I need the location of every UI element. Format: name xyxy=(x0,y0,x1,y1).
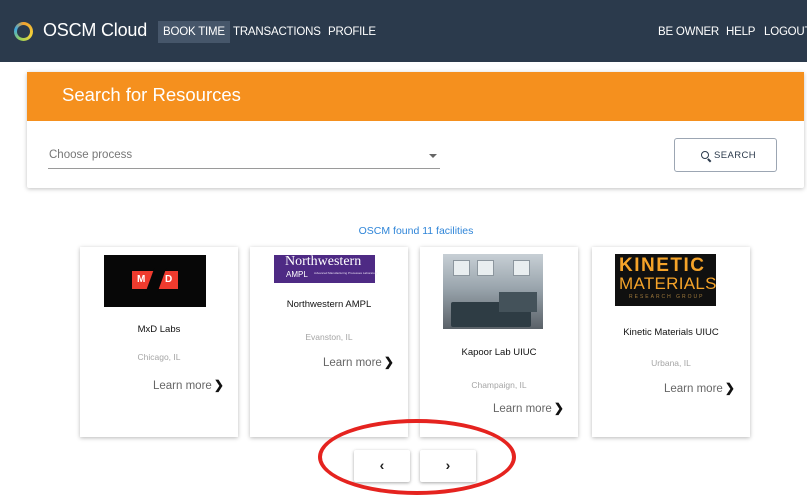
facility-location: Evanston, IL xyxy=(305,332,353,342)
facility-card-northwestern[interactable]: Northwestern AMPL Advanced Manufacturing… xyxy=(250,247,408,437)
search-icon xyxy=(701,151,709,159)
nav-book-time[interactable]: BOOK TIME xyxy=(158,21,230,43)
brand-title[interactable]: OSCM Cloud xyxy=(43,20,147,41)
process-select[interactable]: Choose process xyxy=(48,145,440,169)
results-summary: OSCM found 11 facilities xyxy=(358,225,474,237)
top-navbar: OSCM Cloud BOOK TIME TRANSACTIONS PROFIL… xyxy=(0,0,807,62)
northwestern-logo: Northwestern AMPL Advanced Manufacturing… xyxy=(274,254,377,283)
learn-more-link[interactable]: Learn more ❯ xyxy=(493,401,564,415)
learn-more-link[interactable]: Learn more ❯ xyxy=(153,378,224,392)
chevron-right-icon: ❯ xyxy=(553,401,564,415)
search-card-header: Search for Resources xyxy=(27,72,804,121)
facility-location: Urbana, IL xyxy=(651,358,691,368)
annotation-circle xyxy=(318,419,516,495)
nav-transactions[interactable]: TRANSACTIONS xyxy=(233,26,321,38)
search-card-title: Search for Resources xyxy=(62,84,241,105)
facility-name: MxD Labs xyxy=(137,324,181,335)
chevron-right-icon: ❯ xyxy=(724,381,735,395)
caret-down-icon xyxy=(429,154,437,158)
kinetic-materials-logo: KINETIC MATERIALS RESEARCH GROUP xyxy=(615,254,716,306)
facility-card-mxd[interactable]: M D MxD Labs Chicago, IL Learn more ❯ xyxy=(80,247,238,437)
facility-location: Chicago, IL xyxy=(137,352,181,362)
learn-more-link[interactable]: Learn more ❯ xyxy=(664,381,735,395)
facility-card-kinetic[interactable]: KINETIC MATERIALS RESEARCH GROUP Kinetic… xyxy=(592,247,750,437)
nav-be-owner[interactable]: BE OWNER xyxy=(658,26,719,38)
search-button-label: SEARCH xyxy=(714,150,756,161)
chevron-right-icon: ❯ xyxy=(383,355,394,369)
nav-help[interactable]: HELP xyxy=(726,26,755,38)
kapoor-lab-photo xyxy=(443,254,543,329)
facility-card-kapoor[interactable]: Kapoor Lab UIUC Champaign, IL Learn more… xyxy=(420,247,578,437)
facility-name: Kapoor Lab UIUC xyxy=(461,347,537,358)
oscm-logo-icon[interactable] xyxy=(14,22,33,41)
facility-name: Kinetic Materials UIUC xyxy=(623,327,719,338)
search-card: Search for Resources Choose process SEAR… xyxy=(27,72,804,188)
nav-profile[interactable]: PROFILE xyxy=(328,26,376,38)
search-button[interactable]: SEARCH xyxy=(674,138,777,172)
nav-logout[interactable]: LOGOUT xyxy=(764,26,807,38)
facility-location: Champaign, IL xyxy=(471,380,527,390)
chevron-right-icon: ❯ xyxy=(213,378,224,392)
learn-more-link[interactable]: Learn more ❯ xyxy=(323,355,394,369)
process-select-placeholder: Choose process xyxy=(49,149,133,161)
facility-name: Northwestern AMPL xyxy=(286,299,372,310)
mxd-logo: M D xyxy=(104,255,206,307)
